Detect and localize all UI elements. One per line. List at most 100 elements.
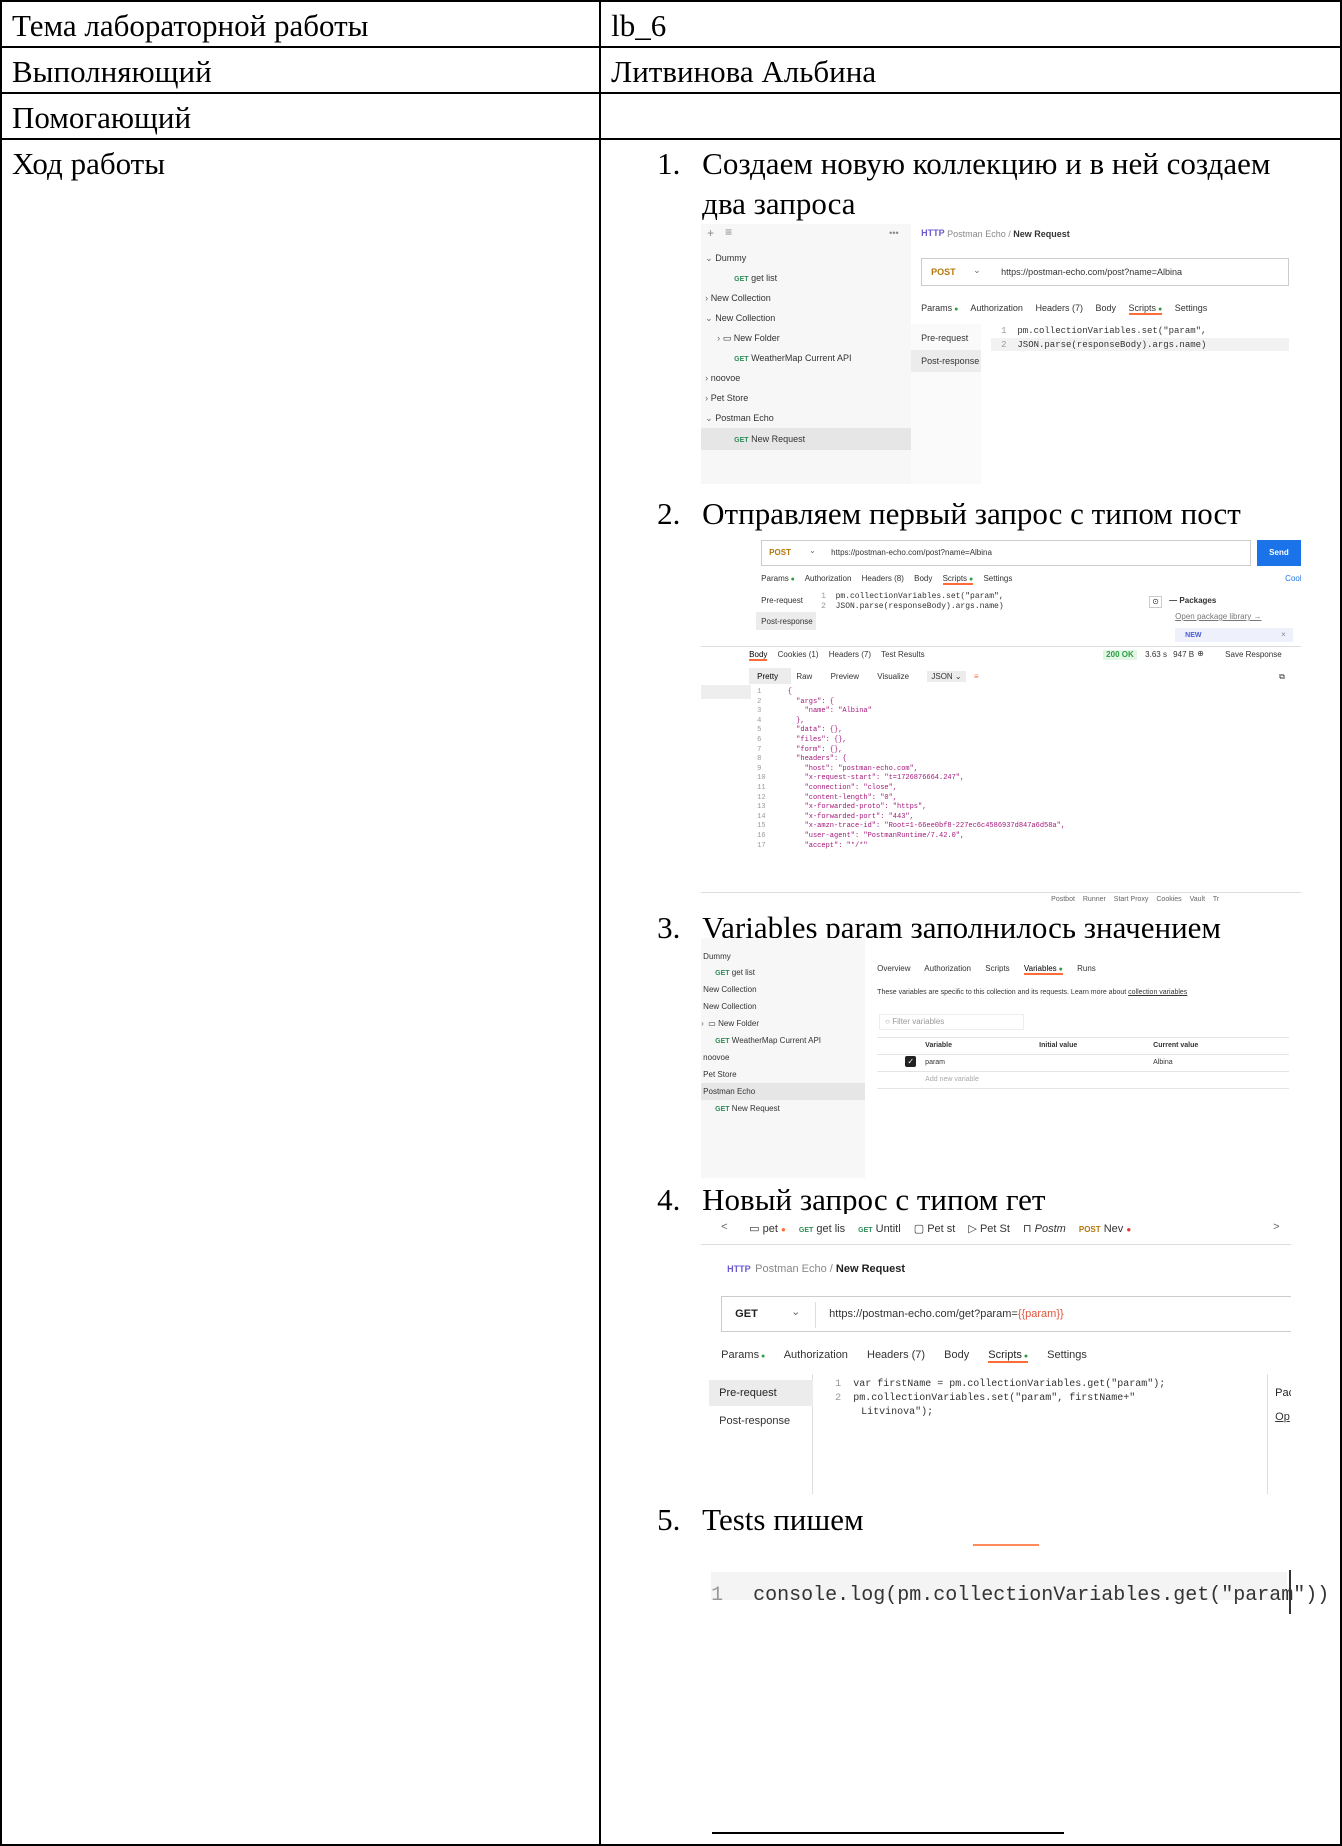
url-input[interactable]: https://postman-echo.com/post?name=Albin… bbox=[1001, 266, 1182, 278]
tab-raw[interactable]: Raw bbox=[796, 672, 812, 681]
tree-item[interactable]: Postman Echo bbox=[703, 1087, 755, 1097]
request-tab[interactable]: POST Nev ● bbox=[1079, 1223, 1131, 1235]
tree-item[interactable]: noovoe bbox=[703, 1053, 729, 1063]
cookies-button[interactable]: Cookies bbox=[1156, 896, 1181, 903]
trash-button[interactable]: Tr bbox=[1213, 896, 1219, 903]
tab-settings[interactable]: Settings bbox=[983, 574, 1012, 583]
close-icon[interactable]: × bbox=[1281, 630, 1286, 640]
tree-item[interactable]: New Collection bbox=[703, 1002, 756, 1012]
tab-response-headers[interactable]: Headers (7) bbox=[829, 650, 871, 659]
tab-authorization[interactable]: Authorization bbox=[924, 964, 971, 973]
tab-body[interactable]: Body bbox=[944, 1349, 969, 1361]
tree-item[interactable]: GET New Request bbox=[715, 1104, 780, 1115]
tab-scripts[interactable]: Scripts bbox=[988, 1349, 1029, 1363]
cookies-link[interactable]: Cook bbox=[1285, 574, 1301, 584]
steps-cell: 1. Создаем новую коллекцию и в ней созда… bbox=[599, 138, 1342, 1846]
tab-post-response[interactable]: Post-response bbox=[921, 355, 979, 367]
tree-item[interactable]: › noovoe bbox=[705, 372, 740, 384]
tab-params[interactable]: Params bbox=[721, 1349, 765, 1361]
collection-variables-link[interactable]: collection variables bbox=[1128, 989, 1187, 996]
vault-button[interactable]: Vault bbox=[1190, 896, 1205, 903]
tab-variables[interactable]: Variables bbox=[1023, 964, 1063, 975]
copy-icon[interactable]: ⧉ bbox=[1279, 672, 1285, 682]
request-tab[interactable]: ⊓ Postm bbox=[1023, 1223, 1066, 1235]
tab-settings[interactable]: Settings bbox=[1175, 303, 1208, 313]
tab-body[interactable]: Body bbox=[1096, 303, 1117, 313]
method-select[interactable]: POST bbox=[769, 548, 791, 558]
nav-right-icon[interactable]: > bbox=[1273, 1220, 1279, 1234]
request-tab[interactable]: ▷ Pet St bbox=[968, 1223, 1010, 1235]
tab-headers[interactable]: Headers (7) bbox=[1035, 303, 1083, 313]
filter-icon[interactable]: ≡ bbox=[725, 226, 732, 238]
url-input[interactable]: https://postman-echo.com/get?param={{par… bbox=[829, 1307, 1064, 1321]
tab-body[interactable]: Body bbox=[914, 574, 932, 583]
wrap-icon[interactable]: ≡ bbox=[974, 672, 979, 681]
tree-item[interactable]: › New Collection bbox=[705, 292, 771, 304]
code-line[interactable]: console.log(pm.collectionVariables.get("… bbox=[753, 1576, 1329, 1616]
tab-overview[interactable]: Overview bbox=[877, 964, 910, 973]
tab-authorization[interactable]: Authorization bbox=[784, 1349, 848, 1361]
request-tab[interactable]: GET get lis bbox=[799, 1223, 845, 1235]
tab-preview[interactable]: Preview bbox=[831, 672, 859, 681]
tree-item[interactable]: › ▭ New Folder bbox=[717, 332, 780, 344]
tab-scripts[interactable]: Scripts bbox=[942, 574, 974, 585]
tab-scripts[interactable]: Scripts bbox=[1128, 303, 1163, 315]
add-variable-input[interactable]: Add new variable bbox=[925, 1075, 979, 1085]
tab-post-response[interactable]: Post-response bbox=[761, 617, 813, 627]
request-tab[interactable]: ▢ Pet st bbox=[914, 1223, 956, 1235]
nav-left-icon[interactable]: < bbox=[721, 1220, 727, 1234]
tree-item[interactable]: › ▭ New Folder bbox=[701, 1019, 759, 1029]
tab-params[interactable]: Params bbox=[761, 574, 795, 583]
postbot-button[interactable]: Postbot bbox=[1051, 896, 1075, 903]
tree-item[interactable]: GET WeatherMap Current API bbox=[715, 1036, 821, 1047]
request-tab[interactable]: ▭ pet ● bbox=[749, 1223, 786, 1235]
tree-item[interactable]: ⌄ New Collection bbox=[705, 312, 775, 324]
url-input[interactable]: https://postman-echo.com/post?name=Albin… bbox=[831, 548, 992, 558]
start-proxy-button[interactable]: Start Proxy bbox=[1114, 896, 1149, 903]
tab-test-results[interactable]: Test Results bbox=[881, 650, 925, 659]
tab-authorization[interactable]: Authorization bbox=[970, 303, 1023, 313]
tab-scripts[interactable]: Scripts bbox=[985, 964, 1009, 973]
send-label: Send bbox=[1269, 548, 1289, 557]
format-select[interactable]: JSON ⌄ bbox=[927, 671, 966, 682]
tree-item[interactable]: GET New Request bbox=[734, 433, 805, 447]
method-select[interactable]: POST bbox=[931, 266, 956, 278]
line-number: 3 bbox=[757, 707, 762, 716]
tree-item[interactable]: Dummy bbox=[703, 952, 731, 962]
tab-pre-request[interactable]: Pre-request bbox=[719, 1386, 776, 1400]
tab-params[interactable]: Params bbox=[921, 303, 958, 313]
open-package-link[interactable]: Open package library → bbox=[1175, 612, 1261, 622]
tab-pretty[interactable]: Pretty bbox=[757, 672, 778, 681]
tree-item[interactable]: New Collection bbox=[703, 985, 756, 995]
runner-button[interactable]: Runner bbox=[1083, 896, 1106, 903]
tab-headers[interactable]: Headers (8) bbox=[862, 574, 904, 583]
request-tab[interactable]: GET Untitl bbox=[858, 1223, 901, 1235]
chevron-down-icon: ⌄ bbox=[705, 253, 713, 263]
packages-icon[interactable]: ⊙ bbox=[1149, 596, 1162, 608]
tab-pre-request[interactable]: Pre-request bbox=[761, 596, 803, 606]
variable-checkbox[interactable]: ✓ bbox=[905, 1056, 917, 1067]
variable-name[interactable]: param bbox=[925, 1058, 945, 1068]
tree-item[interactable]: GET get list bbox=[715, 968, 755, 979]
tree-item[interactable]: GET WeatherMap Current API bbox=[734, 352, 851, 366]
save-response-button[interactable]: Save Response bbox=[1225, 650, 1281, 660]
method-select[interactable]: GET bbox=[735, 1307, 758, 1321]
tab-settings[interactable]: Settings bbox=[1047, 1349, 1087, 1361]
tab-authorization[interactable]: Authorization bbox=[805, 574, 852, 583]
tree-item[interactable]: GET get list bbox=[734, 272, 777, 286]
open-package-link-cut[interactable]: Op bbox=[1275, 1410, 1290, 1424]
variable-current[interactable]: Albina bbox=[1153, 1058, 1172, 1068]
tab-visualize[interactable]: Visualize bbox=[877, 672, 909, 681]
tab-runs[interactable]: Runs bbox=[1077, 964, 1096, 973]
tree-item[interactable]: ⌄ Postman Echo bbox=[705, 412, 774, 424]
plus-icon[interactable]: + bbox=[707, 227, 714, 239]
tab-pre-request[interactable]: Pre-request bbox=[921, 332, 968, 344]
tree-item[interactable]: › Pet Store bbox=[705, 392, 748, 404]
tree-item[interactable]: Pet Store bbox=[703, 1070, 736, 1080]
tab-response-body[interactable]: Body bbox=[749, 650, 768, 661]
tree-item[interactable]: ⌄ Dummy bbox=[705, 252, 746, 264]
tab-headers[interactable]: Headers (7) bbox=[867, 1349, 925, 1361]
tab-response-cookies[interactable]: Cookies (1) bbox=[778, 650, 819, 659]
tab-post-response[interactable]: Post-response bbox=[719, 1414, 790, 1428]
more-icon[interactable]: ••• bbox=[889, 227, 898, 239]
